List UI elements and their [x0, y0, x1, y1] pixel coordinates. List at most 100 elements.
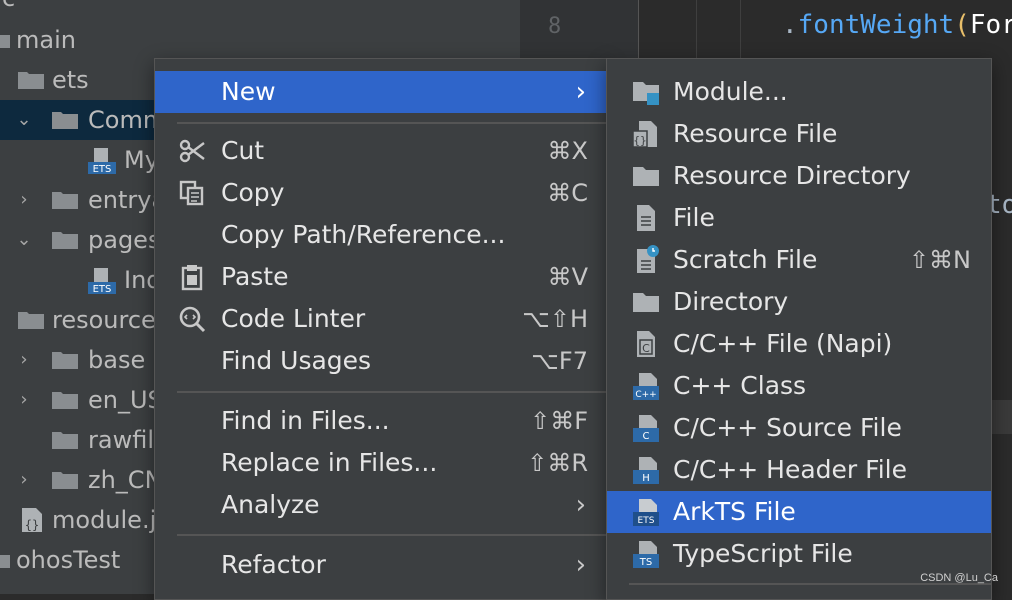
- menu-item-find-usages[interactable]: Find Usages ⌥F7: [155, 340, 608, 382]
- chevron-down-icon[interactable]: ⌄: [14, 100, 34, 140]
- menu-item-cut[interactable]: Cut ⌘X: [155, 130, 608, 172]
- menu-item-refactor[interactable]: Refactor ›: [155, 544, 608, 586]
- ets-badge: ETS: [93, 164, 112, 174]
- submenu-item-module[interactable]: Module...: [607, 71, 991, 113]
- menu-item-label: Module...: [673, 77, 788, 106]
- tree-label: base: [88, 346, 146, 374]
- menu-item-label: Code Linter: [221, 304, 366, 333]
- scratch-file-icon: [631, 245, 661, 275]
- chevron-right-icon: ›: [575, 490, 586, 520]
- watermark: CSDN @Lu_Ca: [920, 572, 998, 584]
- c-header-icon: H: [631, 455, 661, 485]
- folder-icon: [52, 340, 78, 380]
- module-icon: [631, 77, 661, 107]
- menu-item-find-in-files[interactable]: Find in Files... ⇧⌘F: [155, 400, 608, 442]
- menu-item-copy-path[interactable]: Copy Path/Reference...: [155, 214, 608, 256]
- folder-icon: [52, 180, 78, 220]
- folder-icon: [52, 220, 78, 260]
- tree-label: pages: [88, 226, 161, 254]
- menu-item-label: Replace in Files...: [221, 448, 438, 477]
- tree-label: en_US: [88, 386, 163, 414]
- menu-item-code-linter[interactable]: Code Linter ⌥⇧H: [155, 298, 608, 340]
- submenu-item-c-cpp-napi[interactable]: C C/C++ File (Napi): [607, 323, 991, 365]
- submenu-item-typescript-file[interactable]: TS TypeScript File: [607, 533, 991, 575]
- menu-item-label: C++ Class: [673, 371, 807, 400]
- menu-item-label: Find Usages: [221, 346, 372, 375]
- shortcut-label: ⇧⌘N: [908, 246, 971, 274]
- tree-label: module.js: [52, 506, 169, 534]
- folder-icon: [0, 540, 10, 580]
- menu-item-label: C/C++ Header File: [673, 455, 907, 484]
- submenu-item-scratch-file[interactable]: Scratch File ⇧⌘N: [607, 239, 991, 281]
- svg-text:{}: {}: [25, 518, 39, 532]
- code-token-paren: (: [954, 10, 970, 40]
- clipboard-icon: [177, 262, 207, 292]
- cpp-class-icon: C++: [631, 371, 661, 401]
- shortcut-label: ⌘X: [547, 137, 588, 165]
- menu-item-label: Scratch File: [673, 245, 818, 274]
- chevron-right-icon[interactable]: ›: [14, 180, 34, 220]
- chevron-right-icon[interactable]: ›: [14, 380, 34, 420]
- code-line[interactable]: .fontWeight(For: [782, 10, 1012, 40]
- submenu-item-file[interactable]: File: [607, 197, 991, 239]
- arkts-file-icon: ETS: [631, 497, 661, 527]
- icon-badge: C: [642, 342, 650, 355]
- folder-icon: [18, 60, 44, 100]
- submenu-item-c-cpp-header[interactable]: H C/C++ Header File: [607, 449, 991, 491]
- folder-icon: [52, 460, 78, 500]
- tree-label: main: [16, 26, 76, 54]
- shortcut-label: ⌥F7: [531, 347, 588, 375]
- menu-item-label: Cut: [221, 136, 265, 165]
- menu-item-label: ArkTS File: [673, 497, 796, 526]
- folder-icon: [18, 300, 44, 340]
- code-token-arg: For: [969, 10, 1012, 40]
- menu-separator: [177, 534, 608, 536]
- menu-item-label: File: [673, 203, 715, 232]
- icon-badge: C++: [635, 390, 656, 400]
- tree-row-main[interactable]: main: [0, 20, 520, 60]
- chevron-down-icon[interactable]: ⌄: [14, 220, 34, 260]
- menu-item-copy[interactable]: Copy ⌘C: [155, 172, 608, 214]
- svg-text:{}: {}: [633, 134, 646, 147]
- menu-item-replace-in-files[interactable]: Replace in Files... ⇧⌘R: [155, 442, 608, 484]
- icon-badge: H: [642, 473, 650, 484]
- new-submenu: Module... {} Resource File Resource Dire…: [606, 58, 992, 600]
- folder-icon: [0, 20, 10, 60]
- scissors-icon: [177, 136, 207, 166]
- tree-label: zh_CN: [88, 466, 163, 494]
- icon-badge: ETS: [638, 516, 655, 526]
- menu-item-label: Resource File: [673, 119, 838, 148]
- menu-item-label: Find in Files...: [221, 406, 390, 435]
- json-file-icon: {}: [20, 500, 44, 540]
- c-file-icon: C: [631, 329, 661, 359]
- menu-item-new[interactable]: New ›: [155, 71, 608, 113]
- submenu-item-arkts-file[interactable]: ETS ArkTS File: [607, 491, 991, 533]
- tree-label: resource: [52, 306, 156, 334]
- copy-icon: [177, 178, 207, 208]
- folder-icon: [52, 380, 78, 420]
- folder-icon: [52, 420, 78, 460]
- submenu-item-resource-file[interactable]: {} Resource File: [607, 113, 991, 155]
- shortcut-label: ⌘V: [547, 263, 588, 291]
- menu-item-label: C/C++ File (Napi): [673, 329, 893, 358]
- folder-icon: [631, 287, 661, 317]
- chevron-right-icon: ›: [575, 550, 586, 580]
- menu-item-label: Refactor: [221, 550, 326, 579]
- chevron-right-icon[interactable]: ›: [14, 340, 34, 380]
- menu-item-paste[interactable]: Paste ⌘V: [155, 256, 608, 298]
- menu-item-label: C/C++ Source File: [673, 413, 902, 442]
- code-token: .: [782, 10, 798, 40]
- chevron-right-icon[interactable]: ›: [14, 460, 34, 500]
- menu-item-analyze[interactable]: Analyze ›: [155, 484, 608, 526]
- ets-file-icon: ETS: [88, 140, 116, 180]
- submenu-item-cpp-class[interactable]: C++ C++ Class: [607, 365, 991, 407]
- submenu-item-resource-directory[interactable]: Resource Directory: [607, 155, 991, 197]
- submenu-item-c-cpp-source[interactable]: C C/C++ Source File: [607, 407, 991, 449]
- shortcut-label: ⌥⇧H: [522, 305, 588, 333]
- menu-item-label: TypeScript File: [673, 539, 853, 568]
- menu-item-label: New: [221, 77, 276, 106]
- file-icon: [631, 203, 661, 233]
- tree-row-partial[interactable]: c: [0, 0, 520, 18]
- submenu-item-directory[interactable]: Directory: [607, 281, 991, 323]
- tree-label: ohosTest: [16, 546, 121, 574]
